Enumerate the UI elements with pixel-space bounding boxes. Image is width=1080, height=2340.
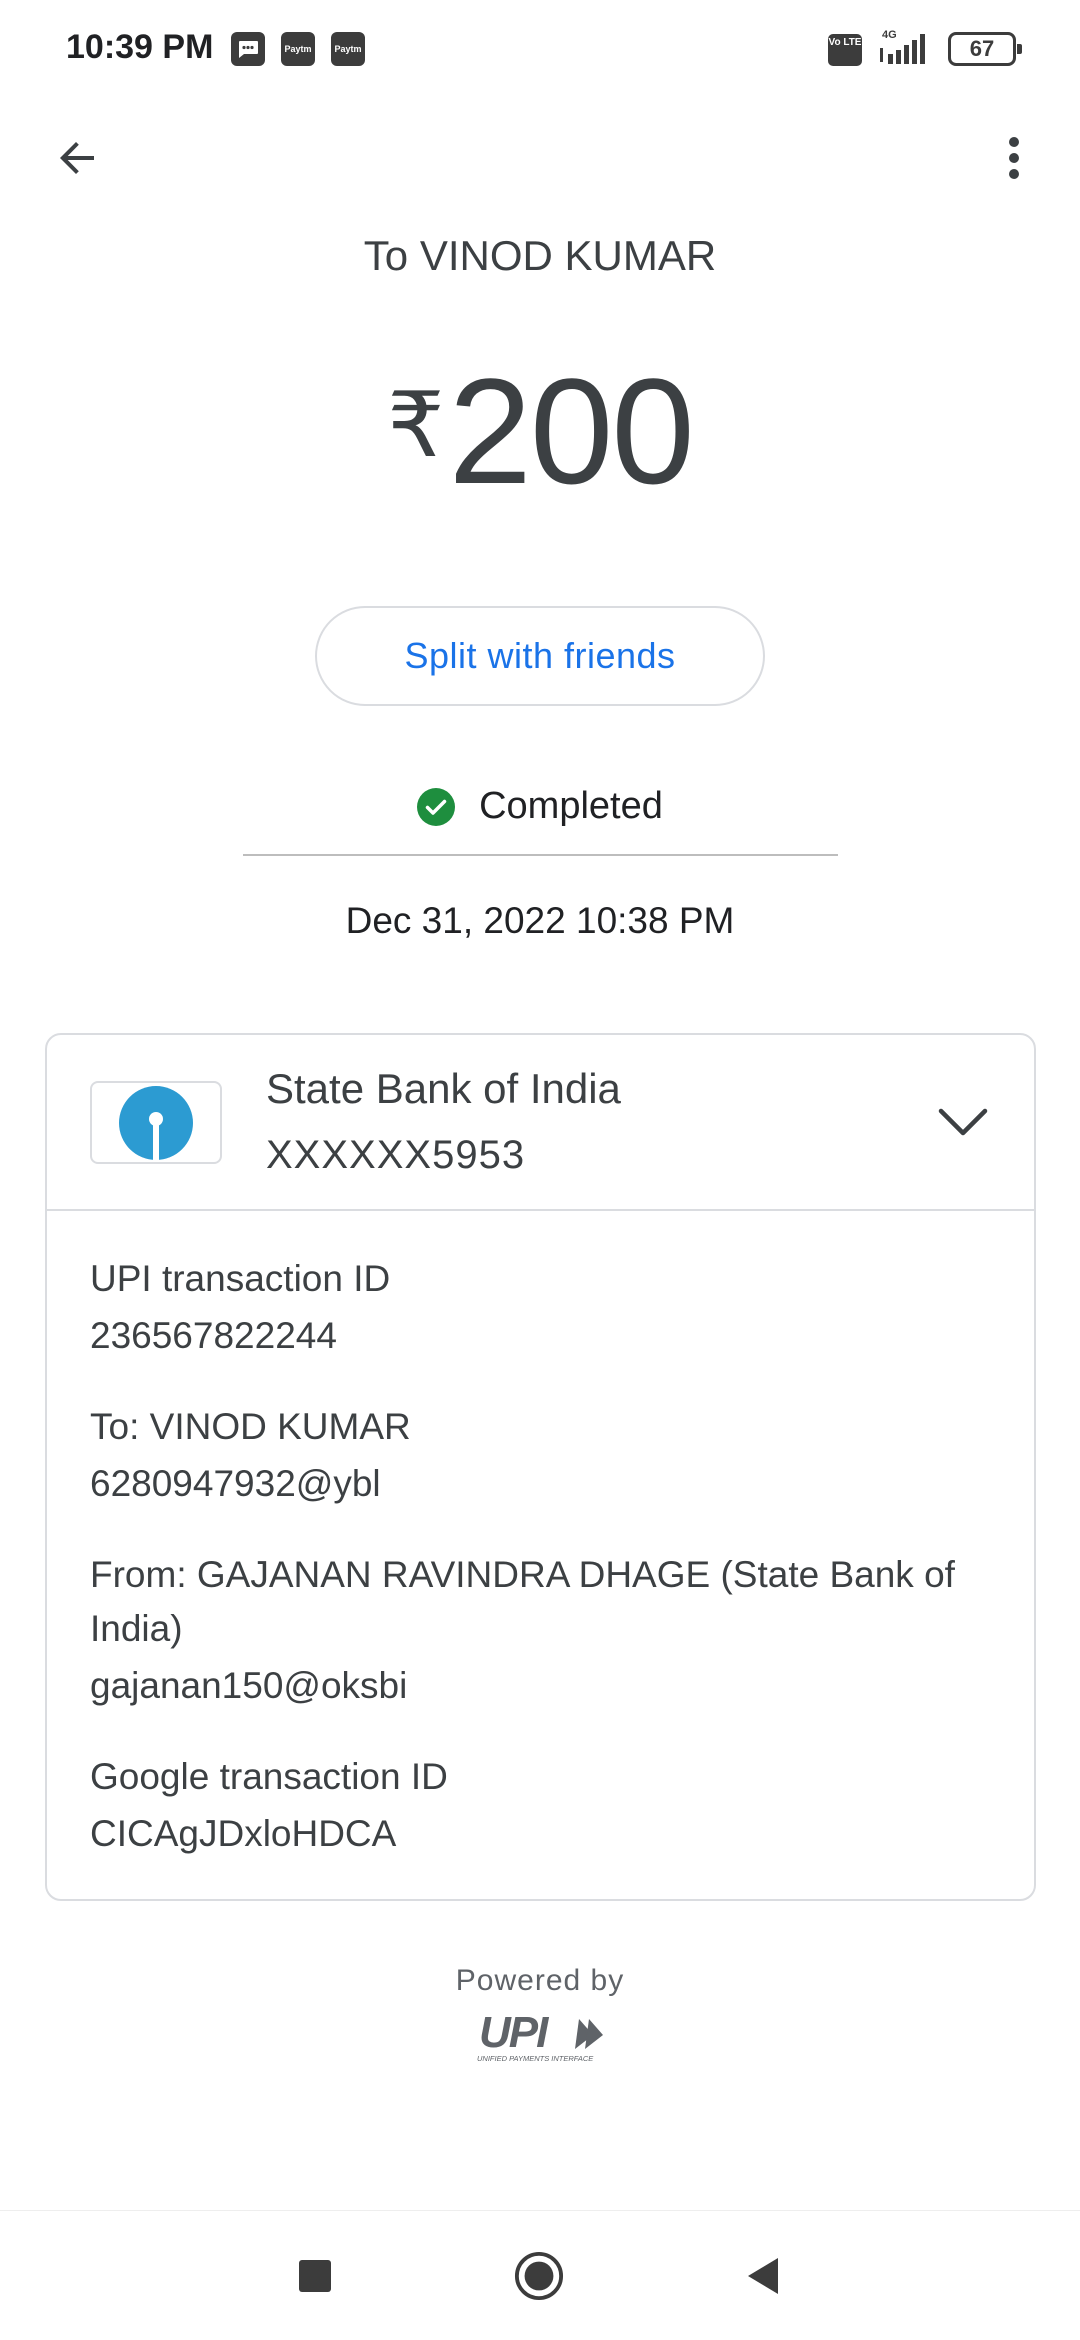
status-bar: 10:39 PM Paytm Paytm Vo LTE 4G 67	[0, 0, 1080, 100]
detail-label: UPI transaction ID	[90, 1258, 391, 1299]
network-type-label: 4G	[882, 29, 897, 41]
check-circle-icon	[417, 787, 456, 826]
system-nav-bar	[0, 2210, 1080, 2340]
chevron-down-icon[interactable]	[935, 1097, 991, 1147]
arrow-back-icon	[59, 141, 94, 174]
upi-logo: UPI UNIFIED PAYMENTS INTERFACE	[477, 2008, 603, 2063]
upi-tagline: UNIFIED PAYMENTS INTERFACE	[477, 2054, 594, 2063]
bank-logo	[90, 1081, 222, 1164]
detail-value[interactable]: 236567822244	[90, 1306, 1000, 1366]
paytm-icon: Paytm	[331, 32, 365, 66]
currency-symbol: ₹	[387, 376, 445, 476]
bank-account-header[interactable]: State Bank of India XXXXXX5953	[47, 1035, 1034, 1211]
powered-by-label: Powered by	[455, 1964, 625, 1997]
recents-button[interactable]	[290, 2251, 340, 2301]
paytm-icon: Paytm	[281, 32, 315, 66]
more-vert-icon	[1009, 136, 1019, 179]
triangle-back-icon	[748, 2258, 778, 2294]
divider	[243, 854, 838, 856]
bank-name: State Bank of India	[266, 1065, 621, 1112]
home-button[interactable]	[514, 2251, 564, 2301]
back-nav-button[interactable]	[738, 2251, 788, 2301]
bank-account-number: XXXXXX5953	[266, 1133, 526, 1177]
detail-google-transaction-id: Google transaction ID CICAgJDxloHDCA	[90, 1750, 1000, 1864]
battery-icon: 67	[948, 32, 1022, 66]
circle-icon	[514, 2251, 564, 2301]
transaction-datetime: Dec 31, 2022 10:38 PM	[345, 900, 735, 941]
detail-label: To: VINOD KUMAR	[90, 1406, 411, 1447]
back-button[interactable]	[40, 120, 115, 195]
amount-value: 200	[448, 347, 694, 515]
recipient-title: To VINOD KUMAR	[363, 232, 717, 279]
sbi-logo-icon	[119, 1085, 193, 1160]
split-with-friends-button[interactable]: Split with friends	[315, 606, 765, 706]
detail-value[interactable]: CICAgJDxloHDCA	[90, 1804, 1000, 1864]
transaction-details-card: State Bank of India XXXXXX5953 UPI trans…	[45, 1033, 1036, 1901]
more-options-button[interactable]	[984, 120, 1044, 195]
detail-to: To: VINOD KUMAR 6280947932@ybl	[90, 1400, 1000, 1514]
detail-from: From: GAJANAN RAVINDRA DHAGE (State Bank…	[90, 1548, 1000, 1716]
status-label: Completed	[479, 785, 663, 827]
square-icon	[299, 2260, 331, 2292]
signal-icon: 4G	[876, 28, 936, 68]
status-time: 10:39 PM	[66, 28, 214, 66]
detail-label: Google transaction ID	[90, 1756, 448, 1797]
detail-value[interactable]: 6280947932@ybl	[90, 1454, 1000, 1514]
payment-amount: ₹200	[0, 345, 1080, 518]
message-icon	[231, 32, 265, 66]
transaction-status: Completed	[0, 785, 1080, 828]
detail-value[interactable]: gajanan150@oksbi	[90, 1656, 1000, 1716]
upi-logo-text: UPI	[479, 2008, 549, 2057]
detail-label: From: GAJANAN RAVINDRA DHAGE (State Bank…	[90, 1554, 955, 1649]
volte-icon: Vo LTE	[828, 34, 862, 66]
detail-upi-transaction-id: UPI transaction ID 236567822244	[90, 1252, 1000, 1366]
